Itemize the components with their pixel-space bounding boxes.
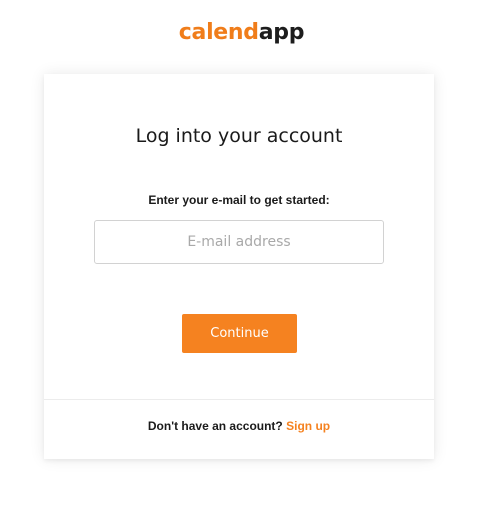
email-prompt-label: Enter your e-mail to get started: <box>148 193 330 207</box>
brand-logo: calendapp <box>0 18 483 48</box>
signup-link[interactable]: Sign up <box>286 419 330 433</box>
logo-text-part2: app <box>258 20 305 45</box>
continue-button[interactable]: Continue <box>182 314 297 353</box>
login-page: calendapp Log into your account Enter yo… <box>0 0 483 514</box>
login-card: Log into your account Enter your e-mail … <box>44 74 434 459</box>
signup-row: Don't have an account? Sign up <box>44 418 434 434</box>
page-title: Log into your account <box>135 125 343 147</box>
email-field[interactable] <box>94 220 384 264</box>
card-divider <box>44 399 434 400</box>
signup-prompt-text: Don't have an account? <box>147 419 283 433</box>
logo-text-part1: calend <box>178 20 259 45</box>
